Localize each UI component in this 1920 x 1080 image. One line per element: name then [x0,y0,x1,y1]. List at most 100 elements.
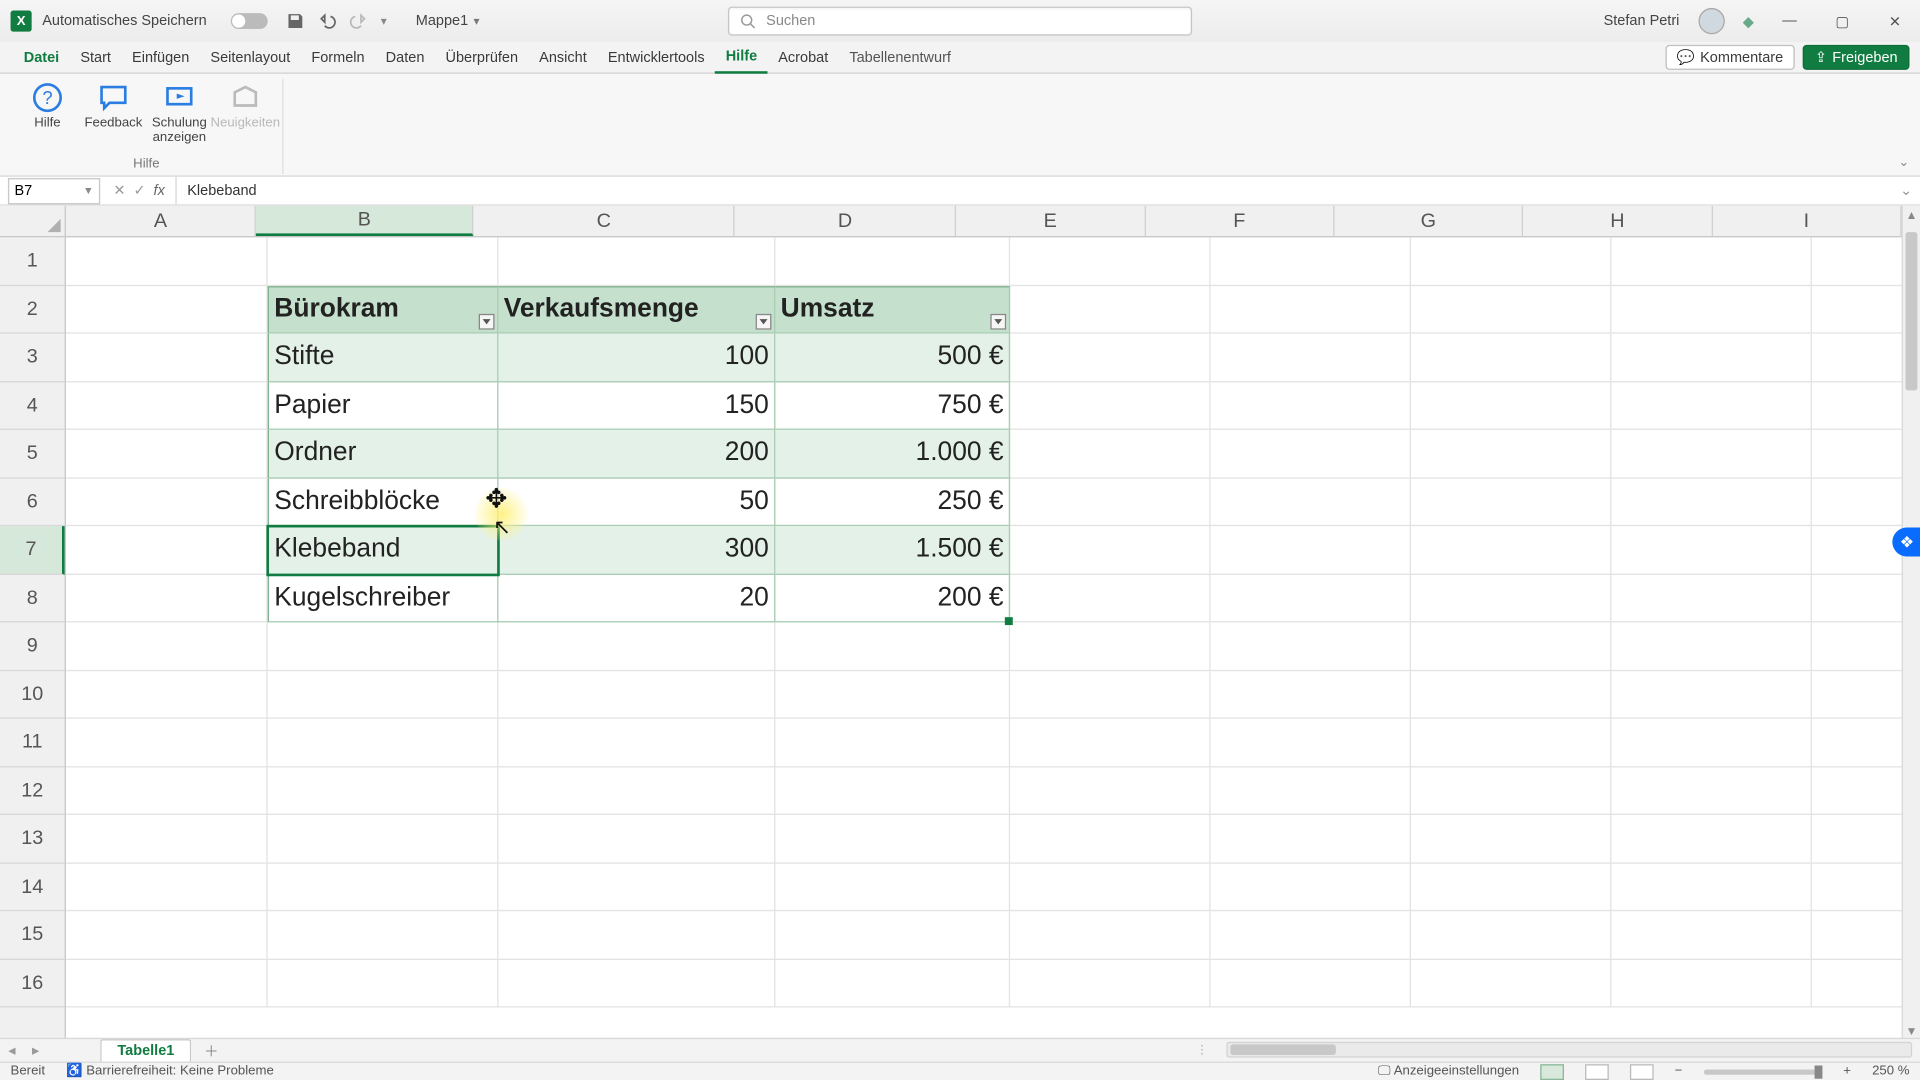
row-header-11[interactable]: 11 [0,719,65,767]
cell[interactable] [66,430,268,478]
ribbon-collapse-icon[interactable]: ⌄ [1898,156,1909,171]
cell[interactable] [1611,671,1811,719]
close-button[interactable]: ✕ [1878,8,1912,34]
table-cell[interactable]: Kugelschreiber [268,574,499,622]
cell[interactable] [268,622,499,670]
column-header-G[interactable]: G [1334,206,1523,236]
column-header-A[interactable]: A [66,206,256,236]
sheet-nav-next[interactable]: ▸ [24,1042,48,1059]
cell[interactable] [1010,671,1210,719]
cell[interactable] [1211,767,1411,815]
table-cell[interactable]: 1.000 € [775,430,1010,478]
cancel-formula-icon[interactable]: ✕ [113,182,125,199]
cell[interactable] [775,671,1010,719]
table-cell[interactable]: Umsatz [775,285,1010,333]
column-header-E[interactable]: E [956,206,1145,236]
table-cell[interactable]: 20 [498,574,775,622]
cell[interactable] [498,237,775,285]
cell[interactable] [1411,285,1611,333]
cell[interactable] [66,237,268,285]
cell[interactable] [1010,334,1210,382]
cell[interactable] [1411,815,1611,863]
cell[interactable] [1411,526,1611,574]
filter-dropdown-icon[interactable] [756,314,772,330]
cell[interactable] [1411,671,1611,719]
cell[interactable] [1211,237,1411,285]
cell-area[interactable]: BürokramVerkaufsmengeUmsatzStifte100500 … [66,237,1902,1040]
table-cell[interactable]: 300 [498,526,775,574]
comments-button[interactable]: 💬Kommentare [1665,45,1795,70]
cell[interactable] [1411,719,1611,767]
row-header-8[interactable]: 8 [0,574,65,622]
row-header-5[interactable]: 5 [0,430,65,478]
cell[interactable] [1010,959,1210,1007]
cell[interactable] [775,237,1010,285]
cell[interactable] [1010,382,1210,430]
cell[interactable] [1010,911,1210,959]
cell[interactable] [1211,478,1411,526]
zoom-slider-thumb[interactable] [1814,1065,1822,1078]
cell[interactable] [66,959,268,1007]
maximize-button[interactable]: ▢ [1825,8,1859,34]
row-header-15[interactable]: 15 [0,911,65,959]
cell[interactable] [1611,526,1811,574]
row-header-9[interactable]: 9 [0,622,65,670]
table-cell[interactable]: Schreibblöcke [268,478,499,526]
cell[interactable] [1211,285,1411,333]
column-header-H[interactable]: H [1523,206,1712,236]
cell[interactable] [1010,430,1210,478]
row-header-2[interactable]: 2 [0,285,65,333]
column-header-F[interactable]: F [1145,206,1334,236]
share-button[interactable]: ⇪Freigeben [1803,45,1910,70]
cell[interactable] [1411,863,1611,911]
cell[interactable] [1411,574,1611,622]
tab-ansicht[interactable]: Ansicht [529,42,598,74]
display-settings-button[interactable]: 🖵 Anzeigeeinstellungen [1378,1064,1519,1079]
cell[interactable] [1411,959,1611,1007]
row-header-16[interactable]: 16 [0,959,65,1007]
formula-input[interactable]: Klebeband [177,183,1892,199]
tab-daten[interactable]: Daten [375,42,435,74]
accessibility-status[interactable]: ♿ Barrierefreiheit: Keine Probleme [66,1064,274,1079]
cell[interactable] [1010,574,1210,622]
tab-ueberpruefen[interactable]: Überprüfen [435,42,529,74]
cell[interactable] [775,863,1010,911]
diamond-icon[interactable]: ◆ [1743,13,1754,30]
table-cell[interactable]: 200 € [775,574,1010,622]
name-box[interactable]: B7 ▼ [8,177,100,203]
cell[interactable] [1211,430,1411,478]
cell[interactable] [268,911,499,959]
cell[interactable] [775,911,1010,959]
cell[interactable] [1010,237,1210,285]
cell[interactable] [66,526,268,574]
table-cell[interactable]: 50 [498,478,775,526]
table-cell[interactable]: Papier [268,382,499,430]
cell[interactable] [1211,334,1411,382]
row-header-12[interactable]: 12 [0,767,65,815]
cell[interactable] [1411,430,1611,478]
cell[interactable] [268,959,499,1007]
filter-dropdown-icon[interactable] [990,314,1006,330]
cell[interactable] [66,334,268,382]
cell[interactable] [1211,622,1411,670]
filter-dropdown-icon[interactable] [479,314,495,330]
table-resize-handle[interactable] [1005,617,1013,625]
select-all-triangle[interactable] [0,206,66,238]
column-header-B[interactable]: B [256,206,474,236]
cell[interactable] [775,767,1010,815]
cell[interactable] [498,767,775,815]
cell[interactable] [1211,526,1411,574]
fx-icon[interactable]: fx [154,183,165,199]
ribbon-btn-hilfe[interactable]: ? Hilfe [18,79,76,145]
tab-seitenlayout[interactable]: Seitenlayout [200,42,301,74]
cell[interactable] [66,863,268,911]
cell[interactable] [1010,767,1210,815]
view-normal-button[interactable] [1540,1064,1564,1080]
cell[interactable] [1611,382,1811,430]
cell[interactable] [498,815,775,863]
cell[interactable] [1611,574,1811,622]
row-header-13[interactable]: 13 [0,815,65,863]
cell[interactable] [1010,815,1210,863]
row-header-3[interactable]: 3 [0,334,65,382]
cell[interactable] [1611,622,1811,670]
